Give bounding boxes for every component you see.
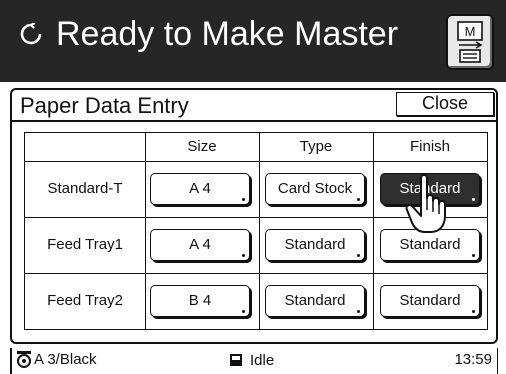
machine-state: Idle [250,352,275,369]
drum-info: A 3/Black [34,351,97,368]
row-label-standard-t: Standard-T [47,180,123,197]
ink-drum-icon [17,351,31,368]
type-button-feed-tray1[interactable]: Standard [265,229,365,261]
close-button[interactable]: Close [396,92,494,116]
refresh-icon [20,23,42,45]
size-button-standard-t[interactable]: A 4 [150,173,250,205]
type-button-feed-tray2[interactable]: Standard [265,285,365,317]
machine-idle-icon [230,354,242,366]
row-label-feed-tray1: Feed Tray1 [47,236,123,253]
type-button-standard-t[interactable]: Card Stock [265,173,365,205]
bottom-status-bar: A 3/Black Idle 13:59 [10,346,498,374]
column-header-type: Type [299,138,333,155]
master-button-label: M [465,24,476,39]
pointing-hand-icon [405,174,446,233]
panel-title: Paper Data Entry [20,93,189,118]
size-button-feed-tray2[interactable]: B 4 [150,285,250,317]
column-divider [259,133,260,329]
top-status-bar: Ready to Make Master M [0,0,506,82]
status-divider [10,348,12,374]
status-divider [496,348,498,374]
finish-button-feed-tray2[interactable]: Standard [380,285,480,317]
column-divider [145,133,146,329]
column-header-size: Size [187,138,217,155]
column-divider [373,133,374,329]
master-document-icon: M [457,21,483,63]
status-title: Ready to Make Master [56,15,399,53]
size-button-feed-tray1[interactable]: A 4 [150,229,250,261]
title-divider [12,120,496,122]
master-button[interactable]: M [446,14,494,70]
clock: 13:59 [454,351,492,368]
row-label-feed-tray2: Feed Tray2 [47,292,123,309]
column-header-finish: Finish [409,138,450,155]
